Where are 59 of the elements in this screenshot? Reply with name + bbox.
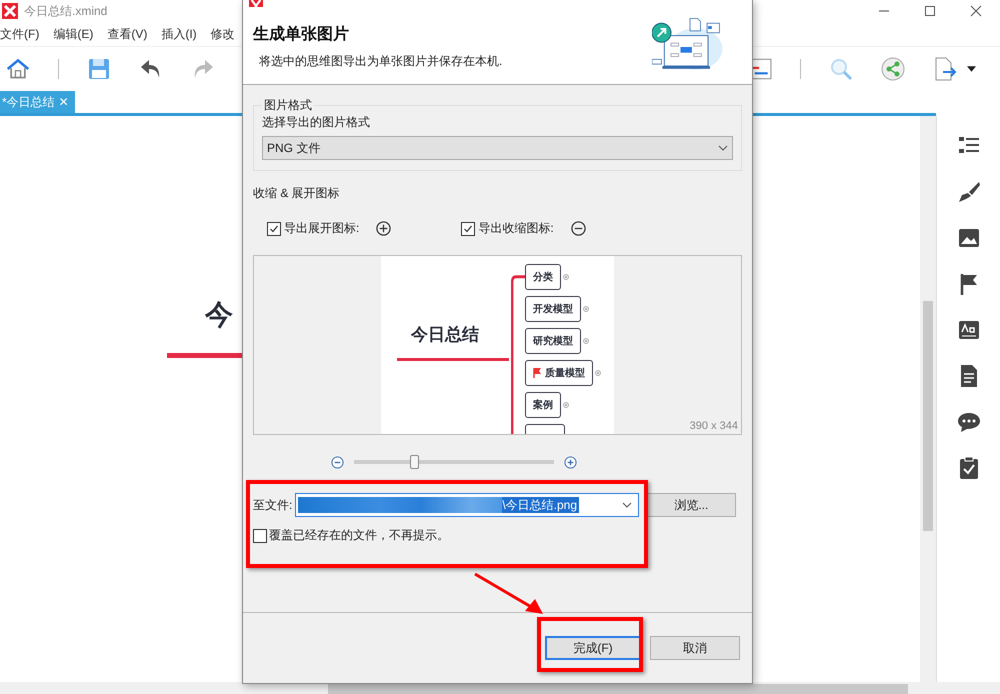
- format-dropdown[interactable]: PNG 文件: [262, 136, 733, 160]
- checkbox-label[interactable]: 导出展开图标:: [284, 220, 360, 237]
- topic-node: 质量模型: [525, 360, 593, 386]
- export-icon[interactable]: [933, 57, 957, 81]
- save-icon[interactable]: [87, 57, 111, 81]
- section-label: 收缩 & 展开图标: [253, 185, 341, 202]
- dialog-heading: 生成单张图片: [253, 24, 350, 45]
- expand-icon: [563, 402, 569, 408]
- home-icon[interactable]: [6, 57, 30, 81]
- scrollbar[interactable]: [0, 682, 1000, 694]
- image-size: 390 x 344: [690, 420, 738, 432]
- menu-item[interactable]: 编辑(E): [53, 26, 94, 42]
- file-path-field[interactable]: \今日总结.png: [295, 493, 640, 517]
- expand-icon: [595, 370, 601, 376]
- checkbox[interactable]: [253, 528, 267, 542]
- zoom-out-icon[interactable]: [331, 456, 344, 468]
- checkbox-label[interactable]: 覆盖已经存在的文件，不再提示。: [269, 527, 449, 544]
- checkbox-label[interactable]: 导出收缩图标:: [478, 220, 554, 237]
- window-title: 今日总结.xmind: [24, 2, 108, 20]
- comment-icon[interactable]: [956, 410, 980, 434]
- central-topic: 今日总结: [411, 324, 479, 346]
- group-legend: 图片格式: [262, 97, 314, 114]
- topic-node: 研究模型: [525, 328, 581, 354]
- central-topic: 今: [205, 298, 233, 332]
- file-label: 至文件:: [253, 496, 292, 514]
- browse-button[interactable]: 浏览...: [646, 493, 736, 517]
- topic-node: 开发模型: [525, 296, 581, 322]
- annotation-arrow: [473, 572, 545, 616]
- expand-icon: [563, 274, 569, 280]
- share-icon[interactable]: [881, 57, 905, 81]
- zoom-in-icon[interactable]: [564, 456, 577, 468]
- topic-node: 案例: [525, 392, 561, 418]
- checkbox[interactable]: [267, 222, 281, 236]
- format-label: 选择导出的图片格式: [262, 114, 371, 131]
- topic-node: 分类: [525, 264, 561, 290]
- checkbox[interactable]: [461, 222, 476, 236]
- menu-item[interactable]: 查看(V): [107, 26, 148, 42]
- caret-icon[interactable]: [967, 66, 976, 72]
- cancel-button[interactable]: 取消: [650, 636, 740, 660]
- minus-circle-icon: [570, 221, 586, 236]
- expand-icon: [583, 306, 589, 312]
- maximize-icon[interactable]: [924, 5, 936, 17]
- flag-icon: [533, 368, 541, 378]
- chevron-icon: [718, 145, 728, 151]
- checkmark-icon: [269, 224, 279, 234]
- dialog-description: 将选中的思维图导出为单张图片并保存在本机.: [258, 53, 504, 70]
- text-style-icon[interactable]: [956, 318, 980, 342]
- scrollbar[interactable]: [920, 116, 936, 682]
- chevron-icon[interactable]: [622, 502, 632, 508]
- checkmark-icon: [463, 224, 474, 234]
- menu-item[interactable]: 修改: [210, 26, 235, 42]
- expand-icon: [583, 338, 589, 344]
- close-icon[interactable]: [970, 5, 982, 17]
- finish-button[interactable]: 完成(F): [545, 636, 641, 660]
- plus-circle-icon: [376, 221, 392, 236]
- menu-item[interactable]: 插入(I): [161, 26, 197, 42]
- menu-item[interactable]: 文件(F): [0, 26, 40, 42]
- image-icon[interactable]: [956, 226, 980, 250]
- brush-icon[interactable]: [956, 180, 980, 204]
